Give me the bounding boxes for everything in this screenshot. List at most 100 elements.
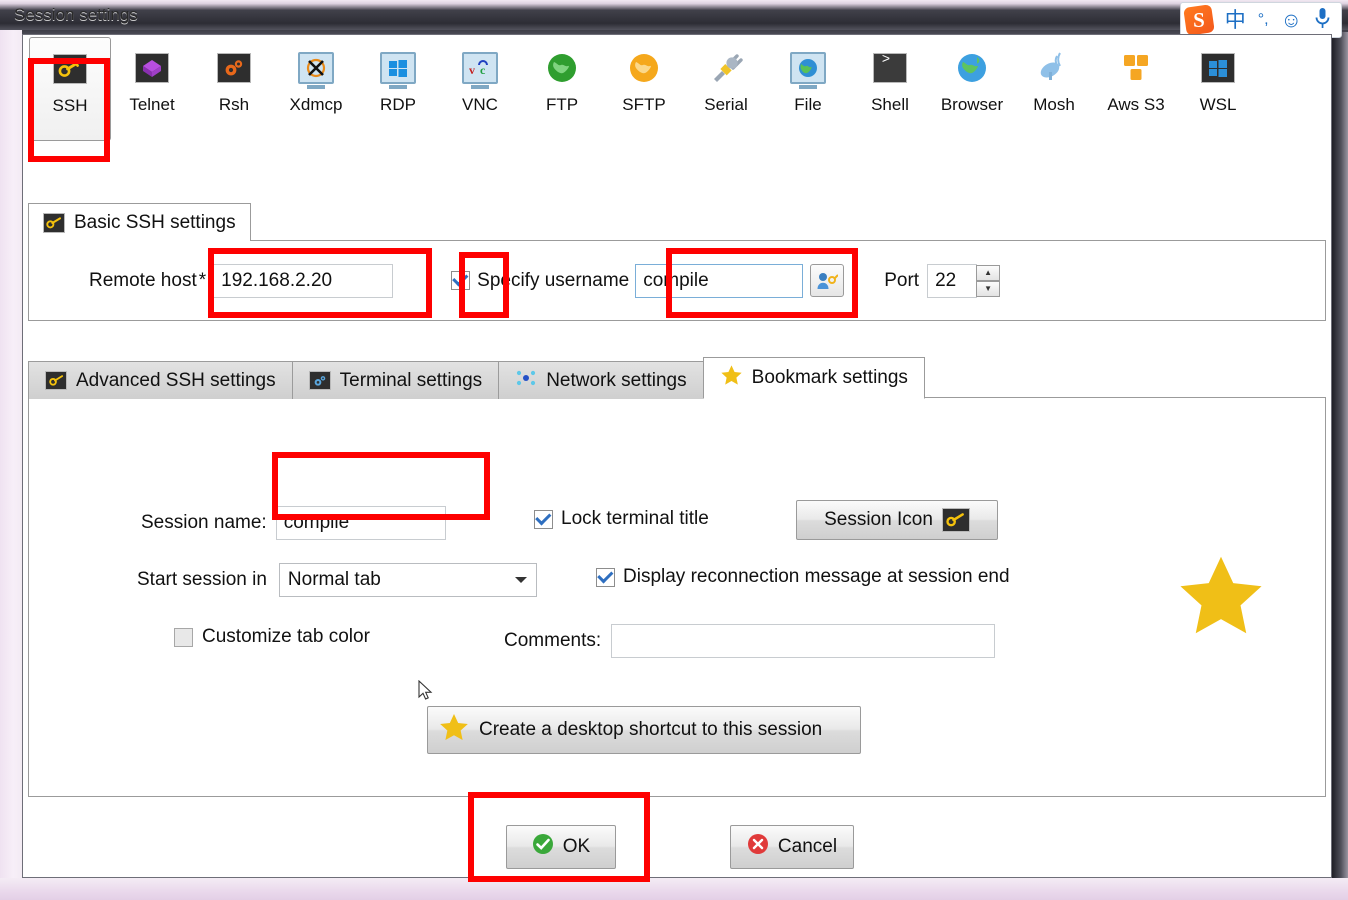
session-type-label: Mosh: [1033, 95, 1075, 114]
display-reconnection-label: Display reconnection message at session …: [623, 566, 1010, 587]
session-type-label: SSH: [52, 96, 88, 115]
ok-button-label: OK: [562, 836, 591, 857]
sftp-globe-icon: [625, 49, 663, 87]
lock-terminal-title-row[interactable]: Lock terminal title: [534, 508, 709, 530]
network-icon: [515, 368, 537, 394]
session-name-input[interactable]: compile: [275, 506, 446, 540]
session-type-aws-s3[interactable]: Aws S3: [1095, 37, 1177, 141]
tab-label: Terminal settings: [339, 369, 483, 391]
comments-row: Comments:: [504, 624, 996, 658]
session-type-xdmcp[interactable]: Xdmcp: [275, 37, 357, 141]
session-type-label: Aws S3: [1107, 95, 1165, 114]
dialog-footer: OK Cancel: [23, 815, 1331, 877]
basic-ssh-settings-header: Basic SSH settings: [28, 203, 251, 241]
browser-globe-icon: [953, 49, 991, 87]
gear-icon: [308, 371, 331, 390]
session-type-label: Rsh: [218, 95, 250, 114]
session-type-label: Shell: [871, 95, 909, 114]
remote-host-input[interactable]: 192.168.2.20: [213, 263, 394, 298]
session-type-toolbar: SSH Telnet Rsh Xdmcp RDP v c VNC FTP SFT…: [23, 37, 1331, 157]
chinese-mode-icon[interactable]: 中: [1225, 10, 1246, 31]
specify-username-checkbox[interactable]: [451, 271, 471, 290]
microphone-icon[interactable]: [1314, 7, 1331, 34]
group-title: Basic SSH settings: [74, 211, 236, 233]
session-type-ssh[interactable]: SSH: [29, 37, 111, 141]
tab-network-settings[interactable]: Network settings: [498, 361, 704, 399]
tab-label: Bookmark settings: [751, 367, 908, 388]
username-input[interactable]: compile: [635, 263, 804, 298]
session-type-vnc[interactable]: v c VNC: [439, 37, 521, 141]
session-type-telnet[interactable]: Telnet: [111, 37, 193, 141]
session-type-sftp[interactable]: SFTP: [603, 37, 685, 141]
select-user-icon[interactable]: [810, 264, 845, 297]
session-type-label: VNC: [462, 95, 498, 114]
tab-terminal-settings[interactable]: Terminal settings: [291, 361, 500, 399]
session-type-wsl[interactable]: WSL: [1177, 37, 1259, 141]
vnc-monitor-icon: v c: [461, 49, 499, 87]
session-type-label: Browser: [940, 95, 1004, 114]
file-monitor-icon: [789, 49, 827, 87]
session-icon-button-label: Session Icon: [824, 509, 933, 530]
port-stepper[interactable]: ▲ ▼: [976, 264, 1001, 297]
session-type-ftp[interactable]: FTP: [521, 37, 603, 141]
session-icon-button[interactable]: Session Icon: [796, 500, 998, 540]
ime-toolbar[interactable]: S 中 °, ☺: [1179, 2, 1342, 38]
basic-ssh-settings-group: Basic SSH settings Remote host * 192.168…: [28, 203, 1326, 321]
display-reconnection-checkbox[interactable]: [596, 567, 615, 587]
background-window-strip: [1332, 32, 1348, 900]
port-label: Port: [884, 269, 920, 291]
aws-s3-cubes-icon: [1117, 49, 1155, 87]
session-type-label: File: [794, 95, 822, 114]
session-type-label: SFTP: [622, 95, 666, 114]
customize-tab-color-checkbox[interactable]: [174, 627, 193, 647]
title-bar[interactable]: Session settings: [0, 0, 1348, 30]
punctuation-icon[interactable]: °,: [1258, 12, 1269, 28]
session-type-shell[interactable]: > Shell: [849, 37, 931, 141]
session-type-label: Telnet: [129, 95, 175, 114]
session-type-browser[interactable]: Browser: [931, 37, 1013, 141]
cancel-button-label: Cancel: [777, 836, 838, 857]
specify-username-label: Specify username: [477, 269, 630, 291]
bookmark-star-decoration: [1175, 551, 1267, 644]
customize-tab-color-label: Customize tab color: [202, 626, 370, 647]
telnet-cube-icon: [133, 49, 171, 87]
comments-input[interactable]: [611, 624, 996, 658]
display-reconnection-row[interactable]: Display reconnection message at session …: [596, 566, 1010, 588]
session-settings-dialog: SSH Telnet Rsh Xdmcp RDP v c VNC FTP SFT…: [22, 34, 1332, 878]
key-icon: [43, 212, 65, 233]
customize-tab-color-row[interactable]: Customize tab color: [174, 626, 370, 648]
session-type-serial[interactable]: Serial: [685, 37, 767, 141]
lock-terminal-title-label: Lock terminal title: [561, 508, 709, 529]
sogou-logo-icon[interactable]: S: [1182, 4, 1215, 36]
start-session-select[interactable]: Normal tab: [278, 563, 537, 597]
tab-advanced-ssh-settings[interactable]: Advanced SSH settings: [28, 361, 293, 399]
session-type-label: WSL: [1199, 95, 1237, 114]
port-stepper-down[interactable]: ▼: [976, 280, 1001, 297]
remote-host-label: Remote host: [89, 269, 197, 291]
start-session-row: Start session in Normal tab: [137, 563, 537, 597]
emoji-icon[interactable]: ☺: [1281, 10, 1302, 31]
session-type-rsh[interactable]: Rsh: [193, 37, 275, 141]
bookmark-settings-panel: Session name: compile Lock terminal titl…: [28, 397, 1326, 797]
shell-prompt-icon: >: [871, 49, 909, 87]
session-type-label: Serial: [704, 95, 748, 114]
session-type-rdp[interactable]: RDP: [357, 37, 439, 141]
session-type-mosh[interactable]: Mosh: [1013, 37, 1095, 141]
port-stepper-up[interactable]: ▲: [976, 264, 1001, 281]
port-input[interactable]: 22: [927, 263, 978, 298]
close-circle-icon: [747, 833, 769, 861]
session-type-label: FTP: [545, 95, 579, 114]
tab-bookmark-settings[interactable]: Bookmark settings: [702, 357, 925, 399]
session-type-file[interactable]: File: [767, 37, 849, 141]
tab-label: Network settings: [546, 369, 687, 391]
ok-button[interactable]: OK: [506, 825, 616, 869]
mouse-cursor: [418, 679, 434, 707]
ftp-globe-icon: [543, 49, 581, 87]
session-name-row: Session name: compile: [141, 506, 446, 540]
star-icon: [438, 712, 470, 748]
cancel-button[interactable]: Cancel: [730, 825, 854, 869]
create-desktop-shortcut-button[interactable]: Create a desktop shortcut to this sessio…: [427, 706, 861, 754]
serial-plug-icon: [707, 49, 745, 87]
window-frame-left: [0, 28, 22, 900]
lock-terminal-title-checkbox[interactable]: [534, 509, 553, 529]
